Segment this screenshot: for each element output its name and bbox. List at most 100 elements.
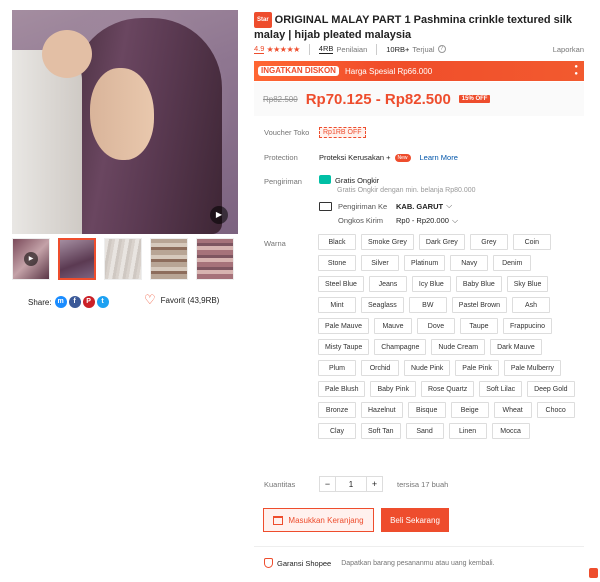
variant-option[interactable]: Grey	[469, 234, 508, 250]
favorite-button[interactable]: ♡ Favorit (43,9RB)	[144, 292, 220, 307]
favorite-label: Favorit (43,9RB)	[160, 295, 220, 305]
main-product-image[interactable]: ▶	[12, 10, 238, 234]
variant-option[interactable]: Wheat	[493, 402, 532, 418]
variant-option[interactable]: Bisque	[407, 402, 446, 418]
variant-option[interactable]: Frappucino	[502, 318, 552, 334]
variant-option[interactable]: Soft Lilac	[479, 381, 523, 397]
variant-option[interactable]: Orchid	[361, 360, 399, 376]
thumbnail-selected[interactable]	[58, 238, 96, 280]
rating-stars-icon: ★★★★★	[266, 44, 300, 54]
messenger-icon[interactable]: m	[54, 296, 67, 308]
heart-icon: ♡	[144, 292, 156, 307]
facebook-icon[interactable]: f	[68, 296, 81, 308]
pinterest-icon[interactable]: P	[82, 296, 95, 308]
variant-label: Warna	[264, 239, 286, 248]
variant-option[interactable]: Plum	[318, 360, 356, 376]
variant-option[interactable]: Choco	[536, 402, 575, 418]
variant-option[interactable]: Sky Blue	[506, 276, 549, 292]
thumbnail-strip: ▶	[12, 238, 238, 282]
variant-option[interactable]: Denim	[493, 255, 532, 271]
variant-option[interactable]: Pale Mauve	[318, 318, 369, 334]
variant-option[interactable]: Nude Cream	[431, 339, 486, 355]
ship-to-value: KAB. GARUT	[396, 201, 444, 211]
variant-option[interactable]: Nude Pink	[404, 360, 451, 376]
guarantee-title: Garansi Shopee	[277, 558, 332, 568]
variant-option[interactable]: Deep Gold	[527, 381, 575, 397]
variant-option[interactable]: Sand	[405, 423, 444, 439]
variant-option[interactable]: Stone	[318, 255, 356, 271]
help-icon[interactable]: ?	[437, 45, 446, 53]
buy-now-button[interactable]: Beli Sekarang	[381, 508, 449, 532]
guarantee-subtitle: Dapatkan barang pesananmu atau uang kemb…	[341, 559, 495, 567]
variant-option[interactable]: Rose Quartz	[421, 381, 475, 397]
add-to-cart-button[interactable]: Masukkan Keranjang	[263, 508, 374, 532]
face-shape	[90, 68, 154, 160]
variant-option[interactable]: Silver	[361, 255, 399, 271]
share-label: Share:	[28, 297, 52, 307]
variant-option[interactable]: Steel Blue	[318, 276, 364, 292]
thumbnail[interactable]	[196, 238, 234, 280]
variant-option[interactable]: Bronze	[318, 402, 356, 418]
variant-option[interactable]: Coin	[512, 234, 551, 250]
variant-option[interactable]: Dark Mauve	[490, 339, 542, 355]
variant-option[interactable]: Pale Blush	[318, 381, 366, 397]
variant-option[interactable]: Taupe	[459, 318, 498, 334]
thumbnail[interactable]	[150, 238, 188, 280]
variant-option[interactable]: Pale Pink	[455, 360, 499, 376]
shop-voucher-chip[interactable]: Rp1RB OFF	[319, 127, 366, 138]
variant-option[interactable]: Dove	[416, 318, 455, 334]
variant-option[interactable]: Clay	[318, 423, 356, 439]
price-section: Rp82.500 Rp70.125 - Rp82.500 15% OFF	[254, 82, 584, 116]
learn-more-link[interactable]: Learn More	[420, 153, 458, 162]
variant-option[interactable]: Icy Blue	[411, 276, 451, 292]
variant-option[interactable]: Mocca	[491, 423, 530, 439]
variant-option[interactable]: Black	[318, 234, 356, 250]
thumbnail[interactable]	[104, 238, 142, 280]
variant-option[interactable]: Soft Tan	[361, 423, 401, 439]
decrease-button[interactable]: −	[319, 476, 336, 492]
free-shipping-row: Gratis Ongkir	[319, 175, 579, 185]
flash-sale-banner[interactable]: INGATKAN DISKON Harga Spesial Rp66.000 ●…	[254, 61, 584, 81]
variant-option[interactable]: Pastel Brown	[451, 297, 508, 313]
variant-option[interactable]: Jeans	[368, 276, 407, 292]
shopee-guarantee[interactable]: Garansi Shopee Dapatkan barang pesananmu…	[264, 558, 495, 568]
product-title: Star ORIGINAL MALAY PART 1 Pashmina crink…	[254, 12, 572, 41]
report-link[interactable]: Laporkan	[553, 45, 584, 54]
variant-option[interactable]: Ash	[512, 297, 551, 313]
video-icon[interactable]: ▶	[210, 206, 228, 224]
variant-option[interactable]: Champagne	[374, 339, 427, 355]
variant-option[interactable]: Misty Taupe	[318, 339, 370, 355]
stock-remaining: tersisa 17 buah	[397, 479, 449, 489]
thumbnail-video[interactable]: ▶	[12, 238, 50, 280]
variant-option[interactable]: Navy	[450, 255, 489, 271]
quantity-input[interactable]: 1	[336, 476, 366, 492]
shipping-cost-row[interactable]: Ongkos Kirim Rp0 - Rp20.000 ⌵	[338, 216, 579, 226]
increase-button[interactable]: +	[366, 476, 383, 492]
protection-label: Protection	[264, 153, 298, 162]
variant-option[interactable]: BW	[408, 297, 447, 313]
rating-score[interactable]: 4.9	[254, 44, 265, 54]
ship-to-row[interactable]: Pengiriman Ke KAB. GARUT ⌵	[319, 201, 579, 211]
protection-row: Proteksi Kerusakan + New Learn More	[319, 153, 458, 162]
quantity-stepper: − 1 + tersisa 17 buah	[319, 476, 448, 492]
variant-option[interactable]: Platinum	[404, 255, 446, 271]
variant-option[interactable]: Linen	[448, 423, 487, 439]
ship-to-label: Pengiriman Ke	[338, 201, 388, 211]
twitter-icon[interactable]: t	[96, 296, 109, 308]
variant-option[interactable]: Beige	[450, 402, 489, 418]
variant-option[interactable]: Baby Blue	[455, 276, 502, 292]
reviews-count[interactable]: 4RB	[318, 44, 334, 54]
variant-option[interactable]: Mint	[318, 297, 356, 313]
sold-label: Terjual	[412, 44, 435, 54]
chat-icon[interactable]	[589, 568, 598, 578]
protection-value: Proteksi Kerusakan +	[319, 153, 391, 162]
variant-option[interactable]: Hazelnut	[361, 402, 403, 418]
variant-option[interactable]: Smoke Grey	[361, 234, 414, 250]
variant-option[interactable]: Mauve	[373, 318, 412, 334]
variant-option[interactable]: Pale Mulberry	[503, 360, 562, 376]
variant-option[interactable]: Baby Pink	[370, 381, 416, 397]
variant-option[interactable]: Dark Grey	[418, 234, 465, 250]
variant-option[interactable]: Seaglass	[361, 297, 404, 313]
play-icon: ▶	[24, 252, 38, 266]
sold-count: 10RB+	[386, 44, 410, 54]
